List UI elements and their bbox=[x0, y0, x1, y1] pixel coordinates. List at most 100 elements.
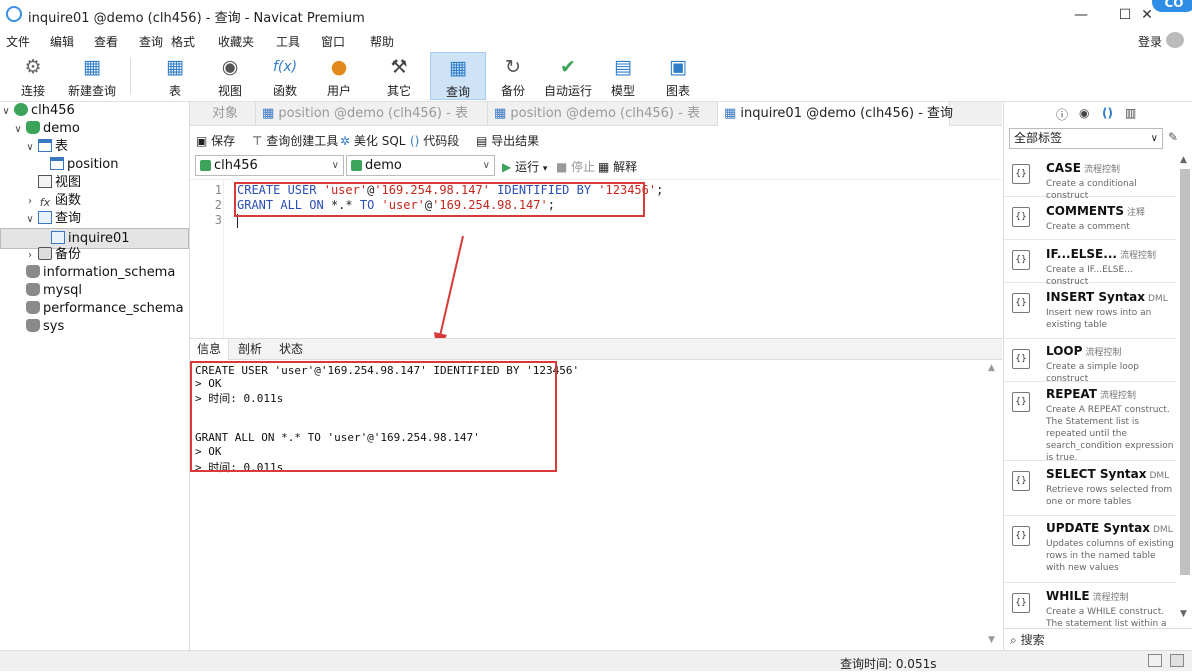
results-scrollbar[interactable]: ▲ ▼ bbox=[986, 361, 1000, 650]
snippet-search-input[interactable]: ⌕ 搜索 bbox=[1004, 628, 1192, 650]
snippet-icon: {} bbox=[1012, 207, 1030, 227]
menu-window[interactable]: 窗口 bbox=[321, 33, 345, 50]
tab-objects[interactable]: 对象 bbox=[190, 102, 256, 126]
database-select[interactable]: demo ∨ bbox=[346, 155, 495, 176]
snippet-icon[interactable]: () bbox=[1102, 106, 1113, 120]
chevron-down-icon: ∨ bbox=[331, 160, 339, 171]
database-icon bbox=[26, 121, 40, 134]
new-query-button[interactable]: ▦ 新建查询 bbox=[63, 52, 121, 100]
snippet-scrollbar[interactable]: ▲ ▼ bbox=[1178, 155, 1192, 623]
autorun-button[interactable]: ✔ 自动运行 bbox=[540, 52, 596, 100]
tree-item-database[interactable]: performance_schema bbox=[0, 300, 189, 318]
function-icon: fx bbox=[39, 196, 51, 209]
query-button[interactable]: ▦ 查询 bbox=[430, 52, 486, 100]
tree-item-functions[interactable]: › fx 函数 bbox=[0, 192, 189, 210]
beautify-sql-button[interactable]: ✲ 美化 SQL bbox=[340, 132, 405, 149]
connect-button[interactable]: ⚙ 连接 bbox=[5, 52, 61, 100]
tab-query[interactable]: ▦ inquire01 @demo (clh456) - 查询 bbox=[718, 102, 953, 126]
menu-format[interactable]: 格式 bbox=[171, 33, 195, 50]
stop-button[interactable]: ■ 停止 bbox=[556, 158, 595, 175]
function-button[interactable]: f(x) 函数 bbox=[257, 52, 313, 100]
chevron-down-icon[interactable]: ∨ bbox=[24, 211, 36, 229]
line-gutter: 1 2 3 bbox=[190, 180, 224, 338]
tab-status[interactable]: 状态 bbox=[272, 339, 310, 360]
menu-file[interactable]: 文件 bbox=[6, 33, 30, 50]
autorun-icon: ✔ bbox=[560, 56, 576, 78]
tree-item-database[interactable]: mysql bbox=[0, 282, 189, 300]
tree-item-queries[interactable]: ∨ 查询 bbox=[0, 210, 189, 228]
edit-icon[interactable]: ✎ bbox=[1168, 130, 1178, 144]
status-bar: 查询时间: 0.051s bbox=[0, 650, 1192, 671]
user-icon: ● bbox=[330, 56, 348, 78]
snippet-item[interactable]: {} UPDATE Syntax DML Updates columns of exi… bbox=[1004, 517, 1176, 583]
scroll-down-icon[interactable]: ▼ bbox=[1180, 609, 1187, 619]
export-results-button[interactable]: ▤ 导出结果 bbox=[476, 132, 539, 149]
tree-item-database[interactable]: sys bbox=[0, 318, 189, 336]
view-button[interactable]: ◉ 视图 bbox=[202, 52, 258, 100]
tab-profile[interactable]: 剖析 bbox=[231, 339, 269, 360]
login-link[interactable]: 登录 bbox=[1138, 33, 1162, 50]
model-button[interactable]: ▤ 模型 bbox=[595, 52, 651, 100]
table-icon bbox=[50, 157, 64, 170]
explain-button[interactable]: ▦ 解释 bbox=[598, 158, 637, 175]
scroll-up-icon[interactable]: ▲ bbox=[988, 363, 995, 373]
tree-item-table[interactable]: position bbox=[0, 156, 189, 174]
menu-help[interactable]: 帮助 bbox=[370, 33, 394, 50]
tab-message[interactable]: 信息 bbox=[190, 339, 230, 360]
avatar[interactable] bbox=[1166, 32, 1184, 48]
tree-item-connection[interactable]: ∨ clh456 bbox=[0, 102, 189, 120]
snippet-item[interactable]: {} WHILE 流程控制 Create a WHILE construct. The… bbox=[1004, 584, 1176, 628]
info-icon[interactable]: ⓘ bbox=[1056, 106, 1068, 123]
menu-edit[interactable]: 编辑 bbox=[50, 33, 74, 50]
connection-select[interactable]: clh456 ∨ bbox=[195, 155, 344, 176]
scroll-down-icon[interactable]: ▼ bbox=[988, 635, 995, 645]
layout-single-icon[interactable] bbox=[1170, 654, 1184, 667]
tag-filter-select[interactable]: 全部标签 ∨ bbox=[1009, 128, 1163, 149]
table-button[interactable]: ▦ 表 bbox=[147, 52, 203, 100]
chevron-right-icon[interactable]: › bbox=[24, 193, 36, 211]
menu-query[interactable]: 查询 bbox=[139, 33, 163, 50]
scroll-thumb[interactable] bbox=[1180, 169, 1190, 575]
tab-table[interactable]: ▦ position @demo (clh456) - 表 bbox=[488, 102, 718, 126]
account-badge[interactable]: CO bbox=[1152, 0, 1192, 12]
tree-item-views[interactable]: 视图 bbox=[0, 174, 189, 192]
snippet-icon: {} bbox=[1012, 392, 1030, 412]
others-button[interactable]: ⚒ 其它 bbox=[371, 52, 427, 100]
query-selector-bar: clh456 ∨ demo ∨ ▶ 运行 ▾ ■ 停止 ▦ 解释 bbox=[190, 154, 1002, 178]
backup-button[interactable]: ↻ 备份 bbox=[485, 52, 541, 100]
layout-split-icon[interactable] bbox=[1148, 654, 1162, 667]
snippet-item[interactable]: {} REPEAT 流程控制 Create A REPEAT construct. T… bbox=[1004, 383, 1176, 463]
snippet-item[interactable]: {} SELECT Syntax DML Retrieve rows selected… bbox=[1004, 462, 1176, 516]
view-icon bbox=[38, 175, 52, 188]
tree-item-database[interactable]: information_schema bbox=[0, 264, 189, 282]
snippet-item[interactable]: {} LOOP 流程控制 Create a simple loop construct bbox=[1004, 340, 1176, 384]
tree-item-backups[interactable]: › 备份 bbox=[0, 246, 189, 264]
run-button[interactable]: ▶ 运行 ▾ bbox=[502, 158, 547, 175]
chevron-right-icon[interactable]: › bbox=[24, 247, 36, 265]
template-icon[interactable]: ▥ bbox=[1125, 106, 1136, 120]
snippet-item[interactable]: {} INSERT Syntax DML Insert new rows into a… bbox=[1004, 284, 1176, 339]
eye-icon[interactable]: ◉ bbox=[1079, 106, 1089, 120]
menu-tools[interactable]: 工具 bbox=[276, 33, 300, 50]
database-icon bbox=[26, 301, 40, 314]
code-snippet-button[interactable]: () 代码段 bbox=[410, 132, 459, 149]
chevron-down-icon[interactable]: ∨ bbox=[0, 103, 12, 121]
tree-item-database[interactable]: ∨ demo bbox=[0, 120, 189, 138]
save-button[interactable]: ▣ 保存 bbox=[196, 132, 235, 149]
query-builder-button[interactable]: ⊤ 查询创建工具 bbox=[252, 132, 338, 149]
minimize-button[interactable]: — bbox=[1066, 4, 1096, 26]
table-icon bbox=[38, 139, 52, 152]
chevron-down-icon[interactable]: ∨ bbox=[24, 139, 36, 157]
tree-item-tables[interactable]: ∨ 表 bbox=[0, 138, 189, 156]
menu-view[interactable]: 查看 bbox=[94, 33, 118, 50]
title-bar: inquire01 @demo (clh456) - 查询 - Navicat … bbox=[0, 0, 1192, 30]
chevron-down-icon[interactable]: ∨ bbox=[12, 121, 24, 139]
chart-button[interactable]: ▣ 图表 bbox=[650, 52, 706, 100]
tab-table[interactable]: ▦ position @demo (clh456) - 表 bbox=[256, 102, 488, 126]
menu-favorites[interactable]: 收藏夹 bbox=[218, 33, 254, 50]
user-button[interactable]: ● 用户 bbox=[311, 52, 367, 100]
snippet-item[interactable]: {} IF...ELSE... 流程控制 Create a IF...ELSE... … bbox=[1004, 241, 1176, 287]
snippet-item[interactable]: {} CASE 流程控制 Create a conditional construct bbox=[1004, 155, 1176, 201]
snippet-item[interactable]: {} COMMENTS 注释 Create a comment bbox=[1004, 198, 1176, 240]
scroll-up-icon[interactable]: ▲ bbox=[1180, 155, 1187, 165]
